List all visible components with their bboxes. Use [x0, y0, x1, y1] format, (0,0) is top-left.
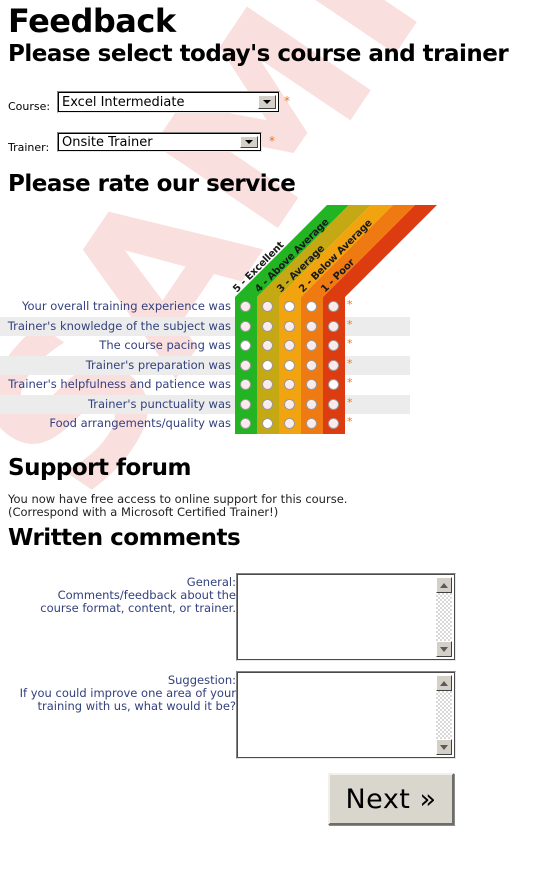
- rating-required-marker: *: [347, 415, 353, 428]
- section-heading-rate-service: Please rate our service: [8, 171, 296, 197]
- general-hint-line-2: course format, content, or trainer.: [40, 601, 236, 615]
- course-required-marker: *: [284, 94, 290, 108]
- rating-question-label: Your overall training experience was: [22, 299, 231, 313]
- scroll-down-icon[interactable]: [436, 739, 452, 755]
- rating-question-label: Trainer's knowledge of the subject was: [7, 318, 231, 333]
- rating-radio[interactable]: [306, 320, 317, 332]
- course-label: Course:: [8, 100, 51, 113]
- trainer-label: Trainer:: [8, 141, 50, 154]
- rating-question-label: The course pacing was: [99, 338, 231, 352]
- rating-required-marker: *: [347, 337, 353, 350]
- rating-grid: 5 - Excellent 4 - Above Average 3 - Averag…: [0, 205, 552, 450]
- rating-radio[interactable]: [306, 359, 317, 371]
- rating-question-label: Trainer's helpfulness and patience was: [8, 377, 231, 391]
- suggestion-hint-line-2: training with us, what would it be?: [37, 699, 236, 713]
- rating-radio[interactable]: [284, 379, 295, 390]
- rating-radio[interactable]: [328, 379, 339, 390]
- rating-radio[interactable]: [240, 359, 251, 371]
- rating-radio[interactable]: [240, 340, 251, 351]
- page-title: Feedback: [8, 2, 176, 40]
- rating-required-marker: *: [347, 376, 353, 389]
- suggestion-textarea[interactable]: [236, 671, 456, 759]
- rating-radio[interactable]: [306, 340, 317, 351]
- section-heading-support-forum: Support forum: [8, 455, 192, 481]
- rating-radio[interactable]: [328, 340, 339, 351]
- rating-radio[interactable]: [262, 379, 273, 390]
- rating-scale-header: 5 - Excellent 4 - Above Average 3 - Averag…: [231, 205, 437, 297]
- rating-required-marker: *: [347, 298, 353, 311]
- rating-radio[interactable]: [284, 418, 295, 429]
- rating-radio[interactable]: [306, 379, 317, 390]
- trainer-select-value: Onsite Trainer: [62, 135, 153, 150]
- rating-radio[interactable]: [328, 320, 339, 332]
- rating-radio[interactable]: [284, 340, 295, 351]
- page-content: Feedback Please select today's course an…: [0, 0, 552, 896]
- rating-radio[interactable]: [262, 418, 273, 429]
- rating-radio[interactable]: [306, 398, 317, 410]
- rating-radio[interactable]: [328, 301, 339, 312]
- rating-radio[interactable]: [328, 418, 339, 429]
- suggestion-label: Suggestion: If you could improve one are…: [8, 674, 236, 713]
- rating-radio[interactable]: [262, 340, 273, 351]
- scroll-up-icon[interactable]: [436, 577, 452, 593]
- support-text-line-2: (Correspond with a Microsoft Certified T…: [8, 505, 279, 519]
- rating-question-label: Trainer's preparation was: [85, 357, 231, 372]
- rating-required-marker: *: [347, 317, 353, 331]
- trainer-select[interactable]: Onsite Trainer: [57, 132, 262, 152]
- rating-radio[interactable]: [262, 359, 273, 371]
- section-heading-written-comments: Written comments: [8, 525, 241, 551]
- suggestion-scrollbar[interactable]: [436, 675, 452, 755]
- rating-radio[interactable]: [240, 418, 251, 429]
- general-comments-textarea[interactable]: [236, 573, 456, 661]
- rating-radio[interactable]: [262, 320, 273, 332]
- rating-radio[interactable]: [306, 301, 317, 312]
- rating-radio[interactable]: [284, 301, 295, 312]
- course-select-value: Excel Intermediate: [62, 95, 185, 110]
- rating-radio[interactable]: [328, 359, 339, 371]
- rating-radio[interactable]: [284, 398, 295, 410]
- section-heading-select-course: Please select today's course and trainer: [8, 41, 509, 67]
- general-scrollbar[interactable]: [436, 577, 452, 657]
- scroll-down-icon[interactable]: [436, 641, 452, 657]
- rating-radio[interactable]: [262, 398, 273, 410]
- rating-question-label: Trainer's punctuality was: [87, 396, 231, 411]
- rating-radio[interactable]: [328, 398, 339, 410]
- support-text-line-1: You now have free access to online suppo…: [8, 492, 348, 506]
- next-button[interactable]: Next »: [328, 773, 454, 825]
- rating-required-marker: *: [347, 395, 353, 409]
- chevron-down-icon[interactable]: [240, 136, 258, 148]
- general-comments-label: General: Comments/feedback about the cou…: [8, 576, 236, 615]
- trainer-required-marker: *: [269, 134, 275, 148]
- rating-required-marker: *: [347, 356, 353, 370]
- rating-radio[interactable]: [240, 379, 251, 390]
- chevron-down-icon[interactable]: [258, 95, 276, 109]
- rating-radio[interactable]: [306, 418, 317, 429]
- scroll-up-icon[interactable]: [436, 675, 452, 691]
- rating-question-label: Food arrangements/quality was: [49, 416, 231, 430]
- rating-scale-columns: [235, 297, 345, 434]
- rating-radio[interactable]: [284, 359, 295, 371]
- rating-radio[interactable]: [240, 398, 251, 410]
- course-select[interactable]: Excel Intermediate: [57, 91, 280, 113]
- rating-radio[interactable]: [284, 320, 295, 332]
- rating-radio[interactable]: [262, 301, 273, 312]
- rating-radio[interactable]: [240, 301, 251, 312]
- rating-radio[interactable]: [240, 320, 251, 332]
